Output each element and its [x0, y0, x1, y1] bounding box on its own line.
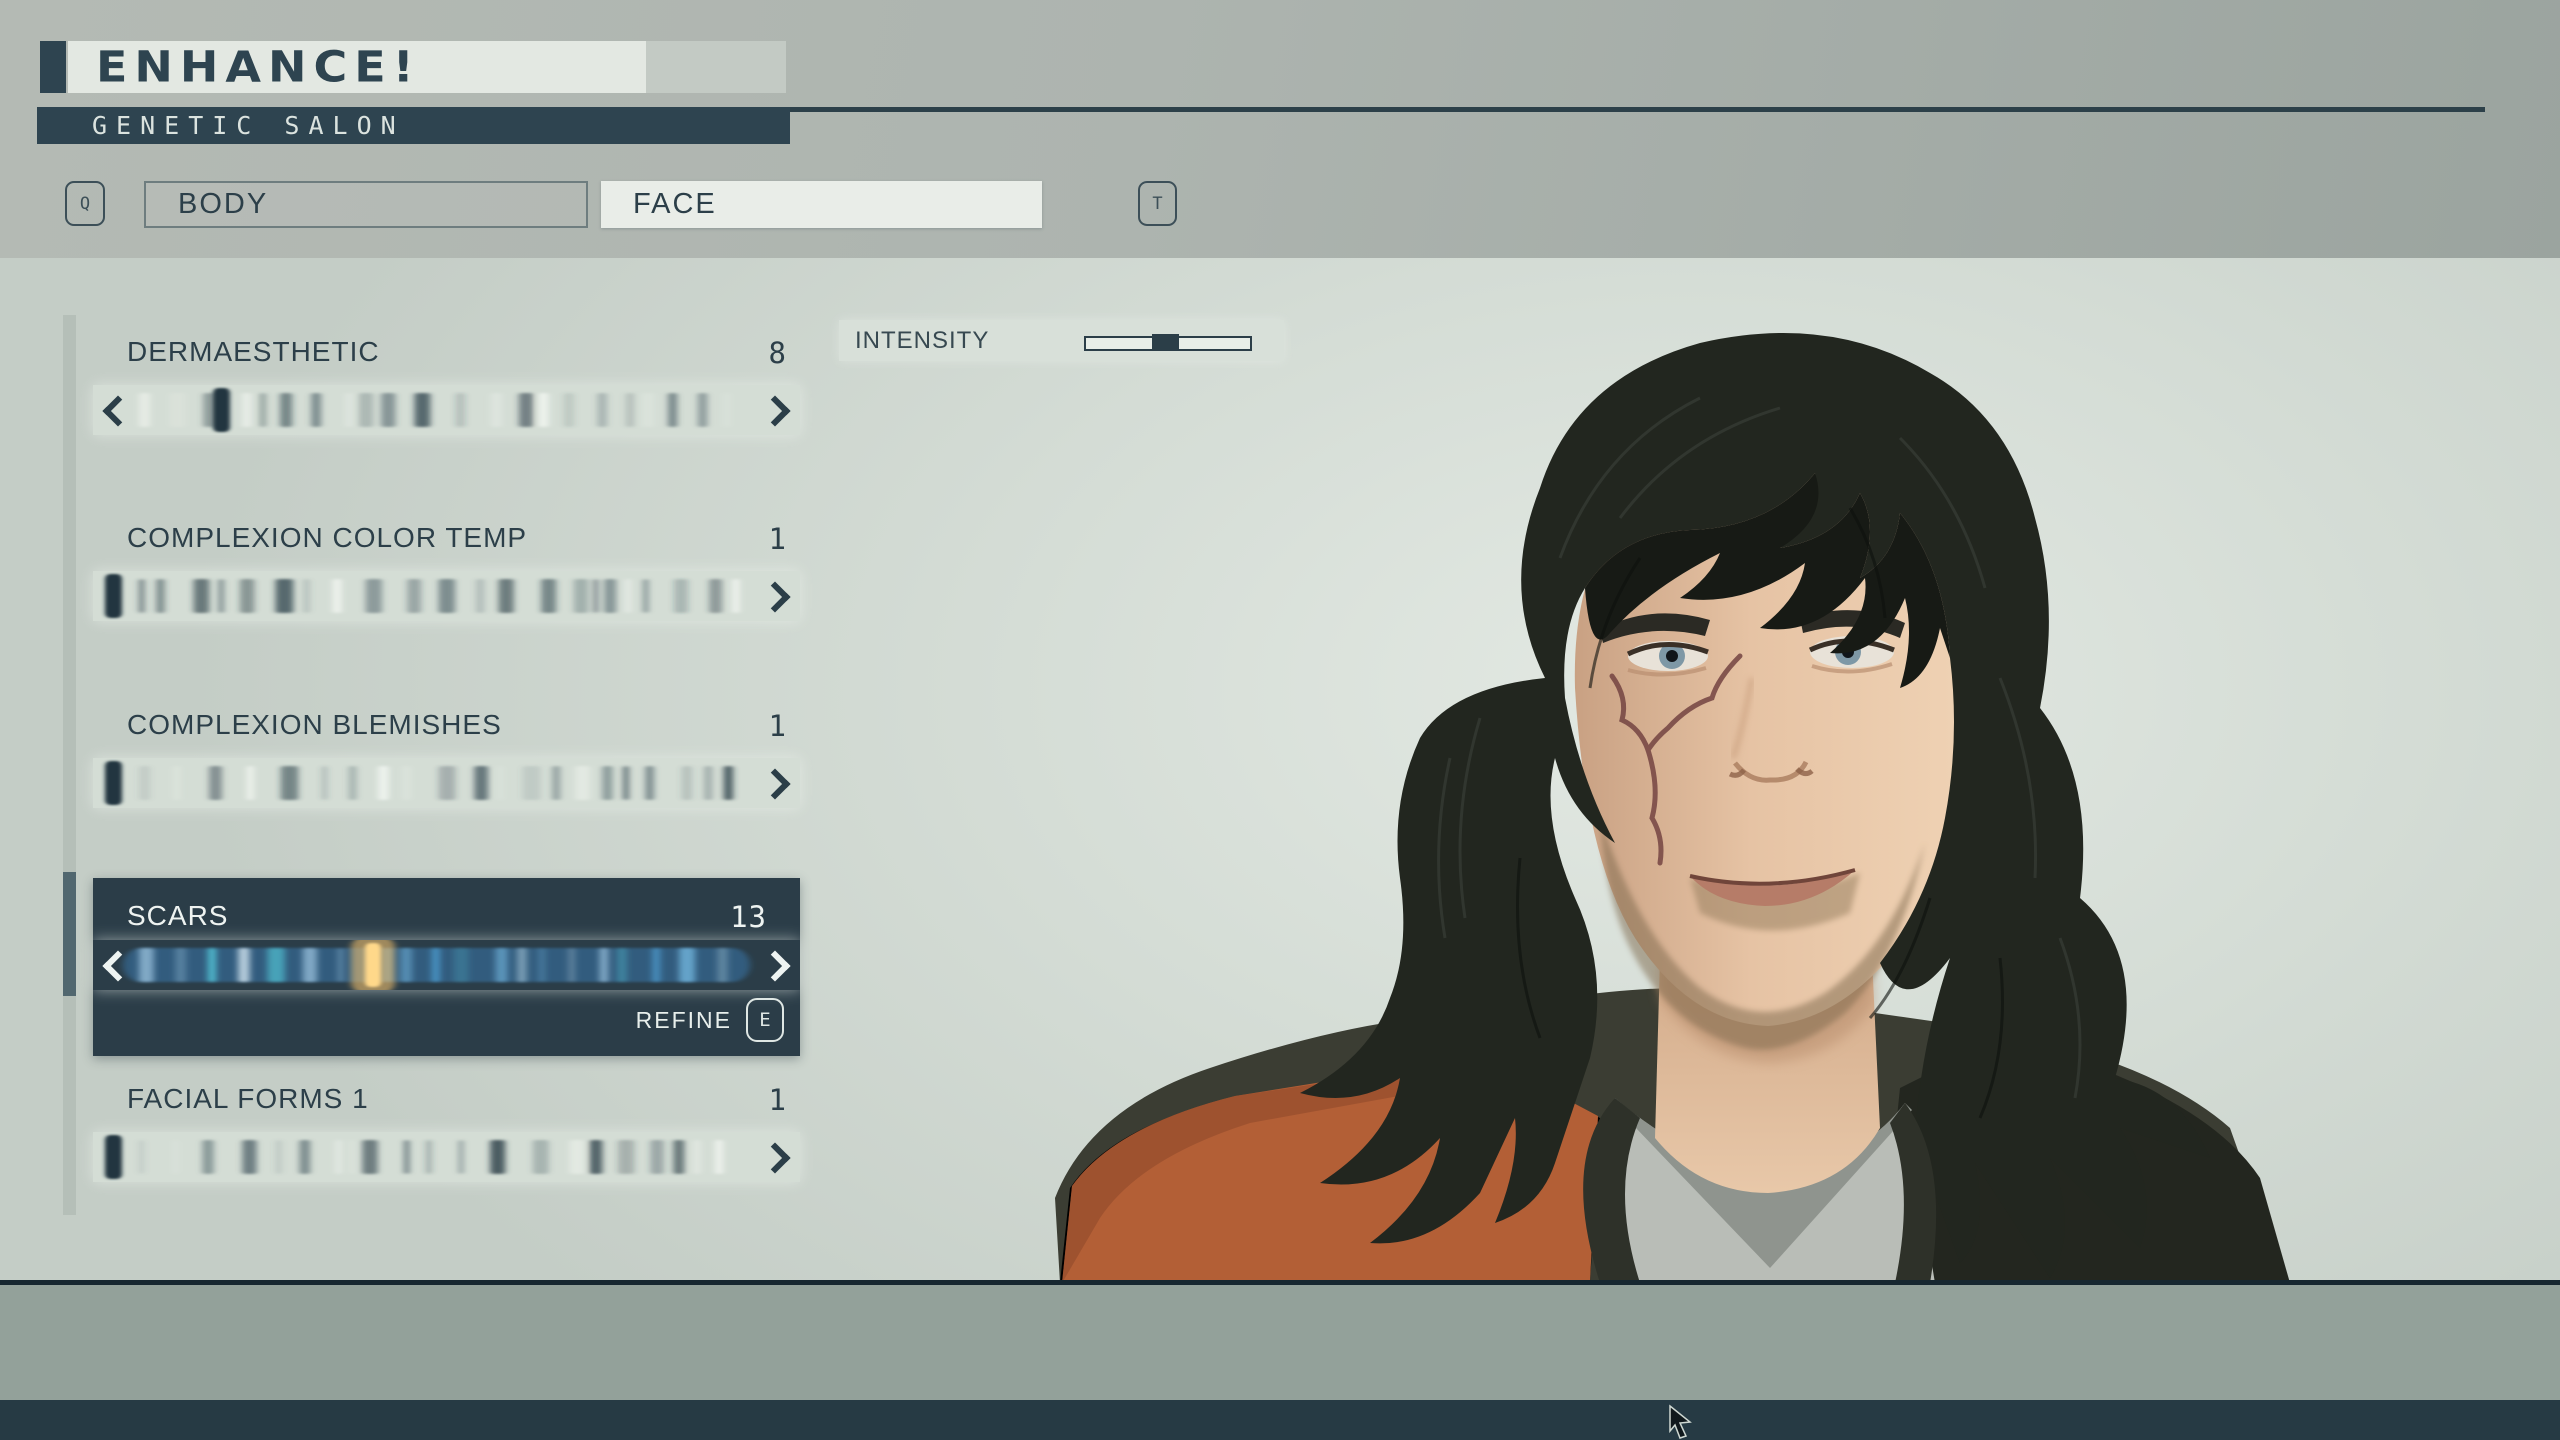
- tab-prev-key-label: Q: [80, 194, 90, 214]
- gel-barcode: [93, 385, 800, 435]
- tab-body-label: BODY: [178, 188, 268, 221]
- gel-barcode-active: [93, 940, 800, 990]
- subtitle-bar: GENETIC SALON: [37, 107, 790, 144]
- slider-row-header: DERMAESTHETIC 8: [127, 336, 787, 370]
- panel-scrollbar-track[interactable]: [63, 315, 76, 1215]
- slider-scars-track[interactable]: [93, 940, 800, 990]
- panel-scrollbar-thumb[interactable]: [63, 872, 76, 996]
- tab-body[interactable]: BODY: [144, 181, 588, 228]
- slider-label: FACIAL FORMS 1: [127, 1083, 369, 1117]
- intensity-slider-thumb[interactable]: [1152, 334, 1179, 351]
- subtitle-text: GENETIC SALON: [92, 111, 405, 140]
- bottom-letterbox: [0, 1400, 2560, 1440]
- refine-label: REFINE: [636, 1007, 732, 1034]
- slider-value: 8: [769, 336, 787, 370]
- refine-control[interactable]: REFINE E: [636, 998, 784, 1042]
- slider-label: COMPLEXION COLOR TEMP: [127, 522, 527, 556]
- slider-label: DERMAESTHETIC: [127, 336, 380, 370]
- gel-barcode: [93, 1132, 800, 1182]
- footer-bar: EMPLOYEE NUMBER: 190514-2009140512 CHANG…: [0, 1285, 2560, 1400]
- slider-value: 1: [769, 1083, 787, 1117]
- slider-value: 1: [769, 522, 787, 556]
- logo-box: ENHANCE!: [68, 41, 646, 93]
- slider-row-header: SCARS 13: [127, 900, 767, 934]
- slider-complexion-color-temp[interactable]: [93, 571, 800, 621]
- slider-value: 1: [769, 709, 787, 743]
- logo-extension: [646, 41, 786, 93]
- tab-prev-key-badge[interactable]: Q: [65, 181, 105, 226]
- tab-next-key-label: T: [1152, 194, 1162, 214]
- gel-barcode: [93, 571, 800, 621]
- slider-dermaesthetic[interactable]: [93, 385, 800, 435]
- gel-barcode: [93, 758, 800, 808]
- logo-accent-bar: [40, 41, 66, 93]
- tab-face-label: FACE: [633, 188, 717, 221]
- genetic-salon-screen: ENHANCE! GENETIC SALON Q BODY FACE T: [0, 0, 2560, 1440]
- slider-scars-selected[interactable]: SCARS 13 REFINE E: [93, 878, 800, 1056]
- refine-key-label: E: [759, 1009, 770, 1031]
- slider-row-header: COMPLEXION BLEMISHES 1: [127, 709, 787, 743]
- slider-facial-forms[interactable]: [93, 1132, 800, 1182]
- mouse-cursor: [1666, 1404, 1696, 1440]
- intensity-label: INTENSITY: [855, 327, 989, 355]
- refine-key-badge: E: [746, 998, 784, 1042]
- header-divider-line: [790, 107, 2485, 112]
- slider-row-header: FACIAL FORMS 1 1: [127, 1083, 787, 1117]
- app-logo: ENHANCE!: [96, 42, 421, 92]
- intensity-slider-track[interactable]: [1084, 336, 1252, 351]
- character-portrait: [1000, 258, 2400, 1283]
- slider-complexion-blemishes[interactable]: [93, 758, 800, 808]
- slider-row-header: COMPLEXION COLOR TEMP 1: [127, 522, 787, 556]
- slider-label: COMPLEXION BLEMISHES: [127, 709, 502, 743]
- intensity-control: INTENSITY: [839, 320, 1284, 361]
- tab-face[interactable]: FACE: [601, 181, 1042, 228]
- slider-label: SCARS: [127, 900, 228, 934]
- tab-next-key-badge[interactable]: T: [1138, 181, 1177, 226]
- slider-value: 13: [730, 900, 767, 934]
